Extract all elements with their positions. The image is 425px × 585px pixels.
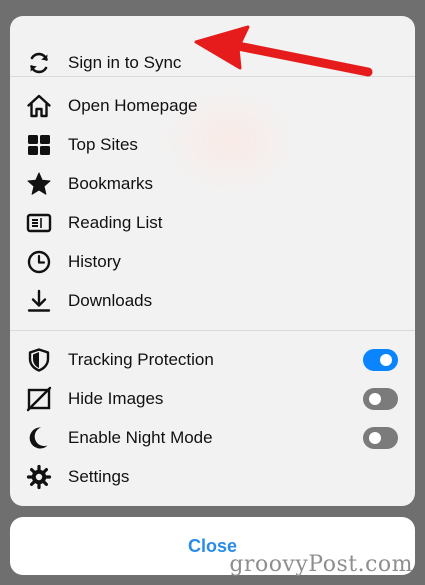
- menu-item-top-sites[interactable]: Top Sites: [10, 125, 415, 163]
- moon-icon: [26, 425, 52, 451]
- grid-icon: [26, 132, 52, 158]
- menu-item-label: Hide Images: [68, 389, 164, 408]
- hide-images-icon: [26, 386, 52, 412]
- app-menu-panel: Sign in to Sync Open Homepage Top Sites: [10, 16, 415, 506]
- clock-icon: [26, 249, 52, 275]
- menu-item-bookmarks[interactable]: Bookmarks: [10, 164, 415, 202]
- download-icon: [26, 288, 52, 314]
- menu-item-tracking-protection[interactable]: Tracking Protection: [10, 340, 415, 378]
- home-icon: [26, 93, 52, 119]
- menu-item-label: History: [68, 252, 121, 271]
- menu-item-label: Sign in to Sync: [68, 53, 182, 72]
- sync-icon: [26, 50, 52, 76]
- menu-item-label: Open Homepage: [68, 96, 198, 115]
- menu-item-reading-list[interactable]: Reading List: [10, 203, 415, 241]
- gear-icon: [26, 464, 52, 490]
- menu-item-label: Top Sites: [68, 135, 138, 154]
- shield-icon: [26, 347, 52, 373]
- watermark: groovyPost.com: [229, 552, 413, 577]
- menu-item-open-homepage[interactable]: Open Homepage: [10, 86, 415, 124]
- menu-item-downloads[interactable]: Downloads: [10, 281, 415, 319]
- night-mode-toggle[interactable]: [363, 427, 398, 449]
- menu-item-hide-images[interactable]: Hide Images: [10, 379, 415, 417]
- toggle-knob: [369, 432, 381, 444]
- menu-item-label: Enable Night Mode: [68, 428, 213, 447]
- menu-item-enable-night-mode[interactable]: Enable Night Mode: [10, 418, 415, 456]
- menu-item-label: Bookmarks: [68, 174, 154, 193]
- menu-item-settings[interactable]: Settings: [10, 457, 415, 495]
- menu-item-label: Settings: [68, 467, 130, 486]
- menu-item-label: Reading List: [68, 213, 163, 232]
- hide-images-toggle[interactable]: [363, 388, 398, 410]
- menu-item-label: Tracking Protection: [68, 350, 214, 369]
- annotation-arrow-icon: [194, 25, 373, 77]
- toggle-knob: [369, 393, 381, 405]
- reading-list-icon: [26, 210, 52, 236]
- menu-item-label: Downloads: [68, 291, 153, 310]
- tracking-protection-toggle[interactable]: [363, 349, 398, 371]
- star-icon: [26, 171, 52, 197]
- menu-item-history[interactable]: History: [10, 242, 415, 280]
- menu-divider: [10, 330, 415, 331]
- toggle-knob: [380, 354, 392, 366]
